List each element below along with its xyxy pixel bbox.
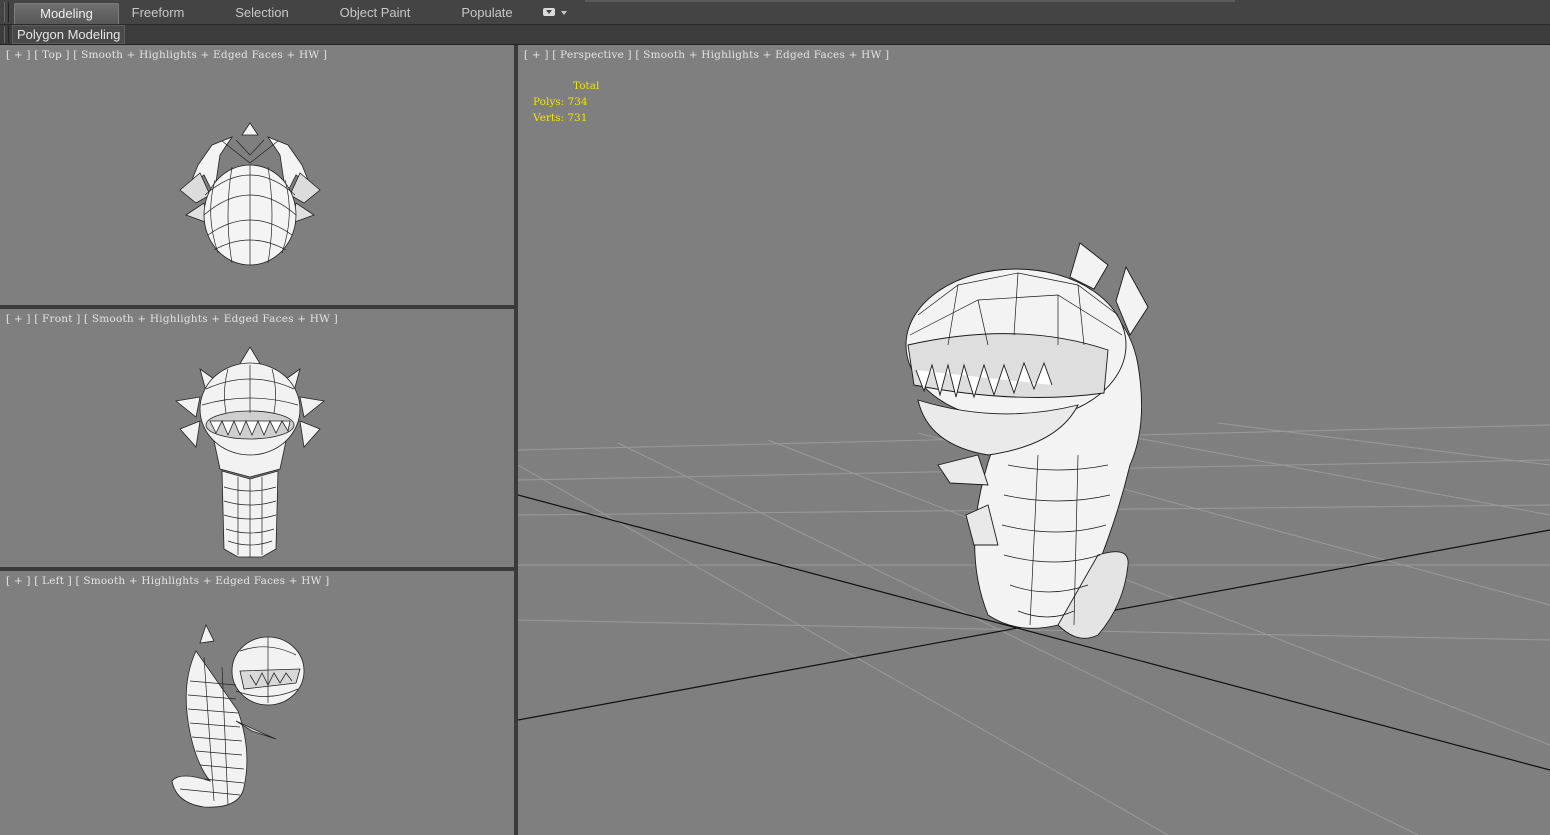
verts-label: Verts: [533,112,564,124]
verts-value: 731 [567,112,588,124]
tab-freeform[interactable]: Freeform [118,3,198,23]
panel-grip[interactable] [4,26,9,43]
tab-object-paint[interactable]: Object Paint [330,3,420,23]
polys-label: Polys: [533,96,565,108]
viewport-front[interactable]: [ + ] [ Front ] [ Smooth + Highlights + … [0,309,514,567]
stats-overlay: Total Polys: 734 Verts: 731 [533,78,599,126]
left-view-model [171,623,305,808]
ribbon-options-icon[interactable] [543,6,569,18]
polys-value: 734 [567,96,588,108]
ribbon-grip[interactable] [4,2,9,22]
tab-modeling[interactable]: Modeling [14,3,119,24]
ribbon-divider [585,0,1235,2]
viewport-left[interactable]: [ + ] [ Left ] [ Smooth + Highlights + E… [0,571,514,835]
viewport-top[interactable]: [ + ] [ Top ] [ Smooth + Highlights + Ed… [0,45,514,305]
ribbon-tab-bar: Modeling Freeform Selection Object Paint… [0,0,1550,25]
tab-populate[interactable]: Populate [448,3,526,23]
chevron-down-icon[interactable] [561,11,567,15]
front-view-model [175,346,325,558]
ribbon-panel-bar: Polygon Modeling [0,25,1550,45]
viewport-perspective[interactable]: [ + ] [ Perspective ] [ Smooth + Highlig… [518,45,1550,835]
tab-selection[interactable]: Selection [222,3,302,23]
perspective-model [905,242,1149,639]
stats-title: Total [573,80,600,92]
top-view-model [179,122,321,266]
polygon-modeling-panel[interactable]: Polygon Modeling [12,25,126,44]
